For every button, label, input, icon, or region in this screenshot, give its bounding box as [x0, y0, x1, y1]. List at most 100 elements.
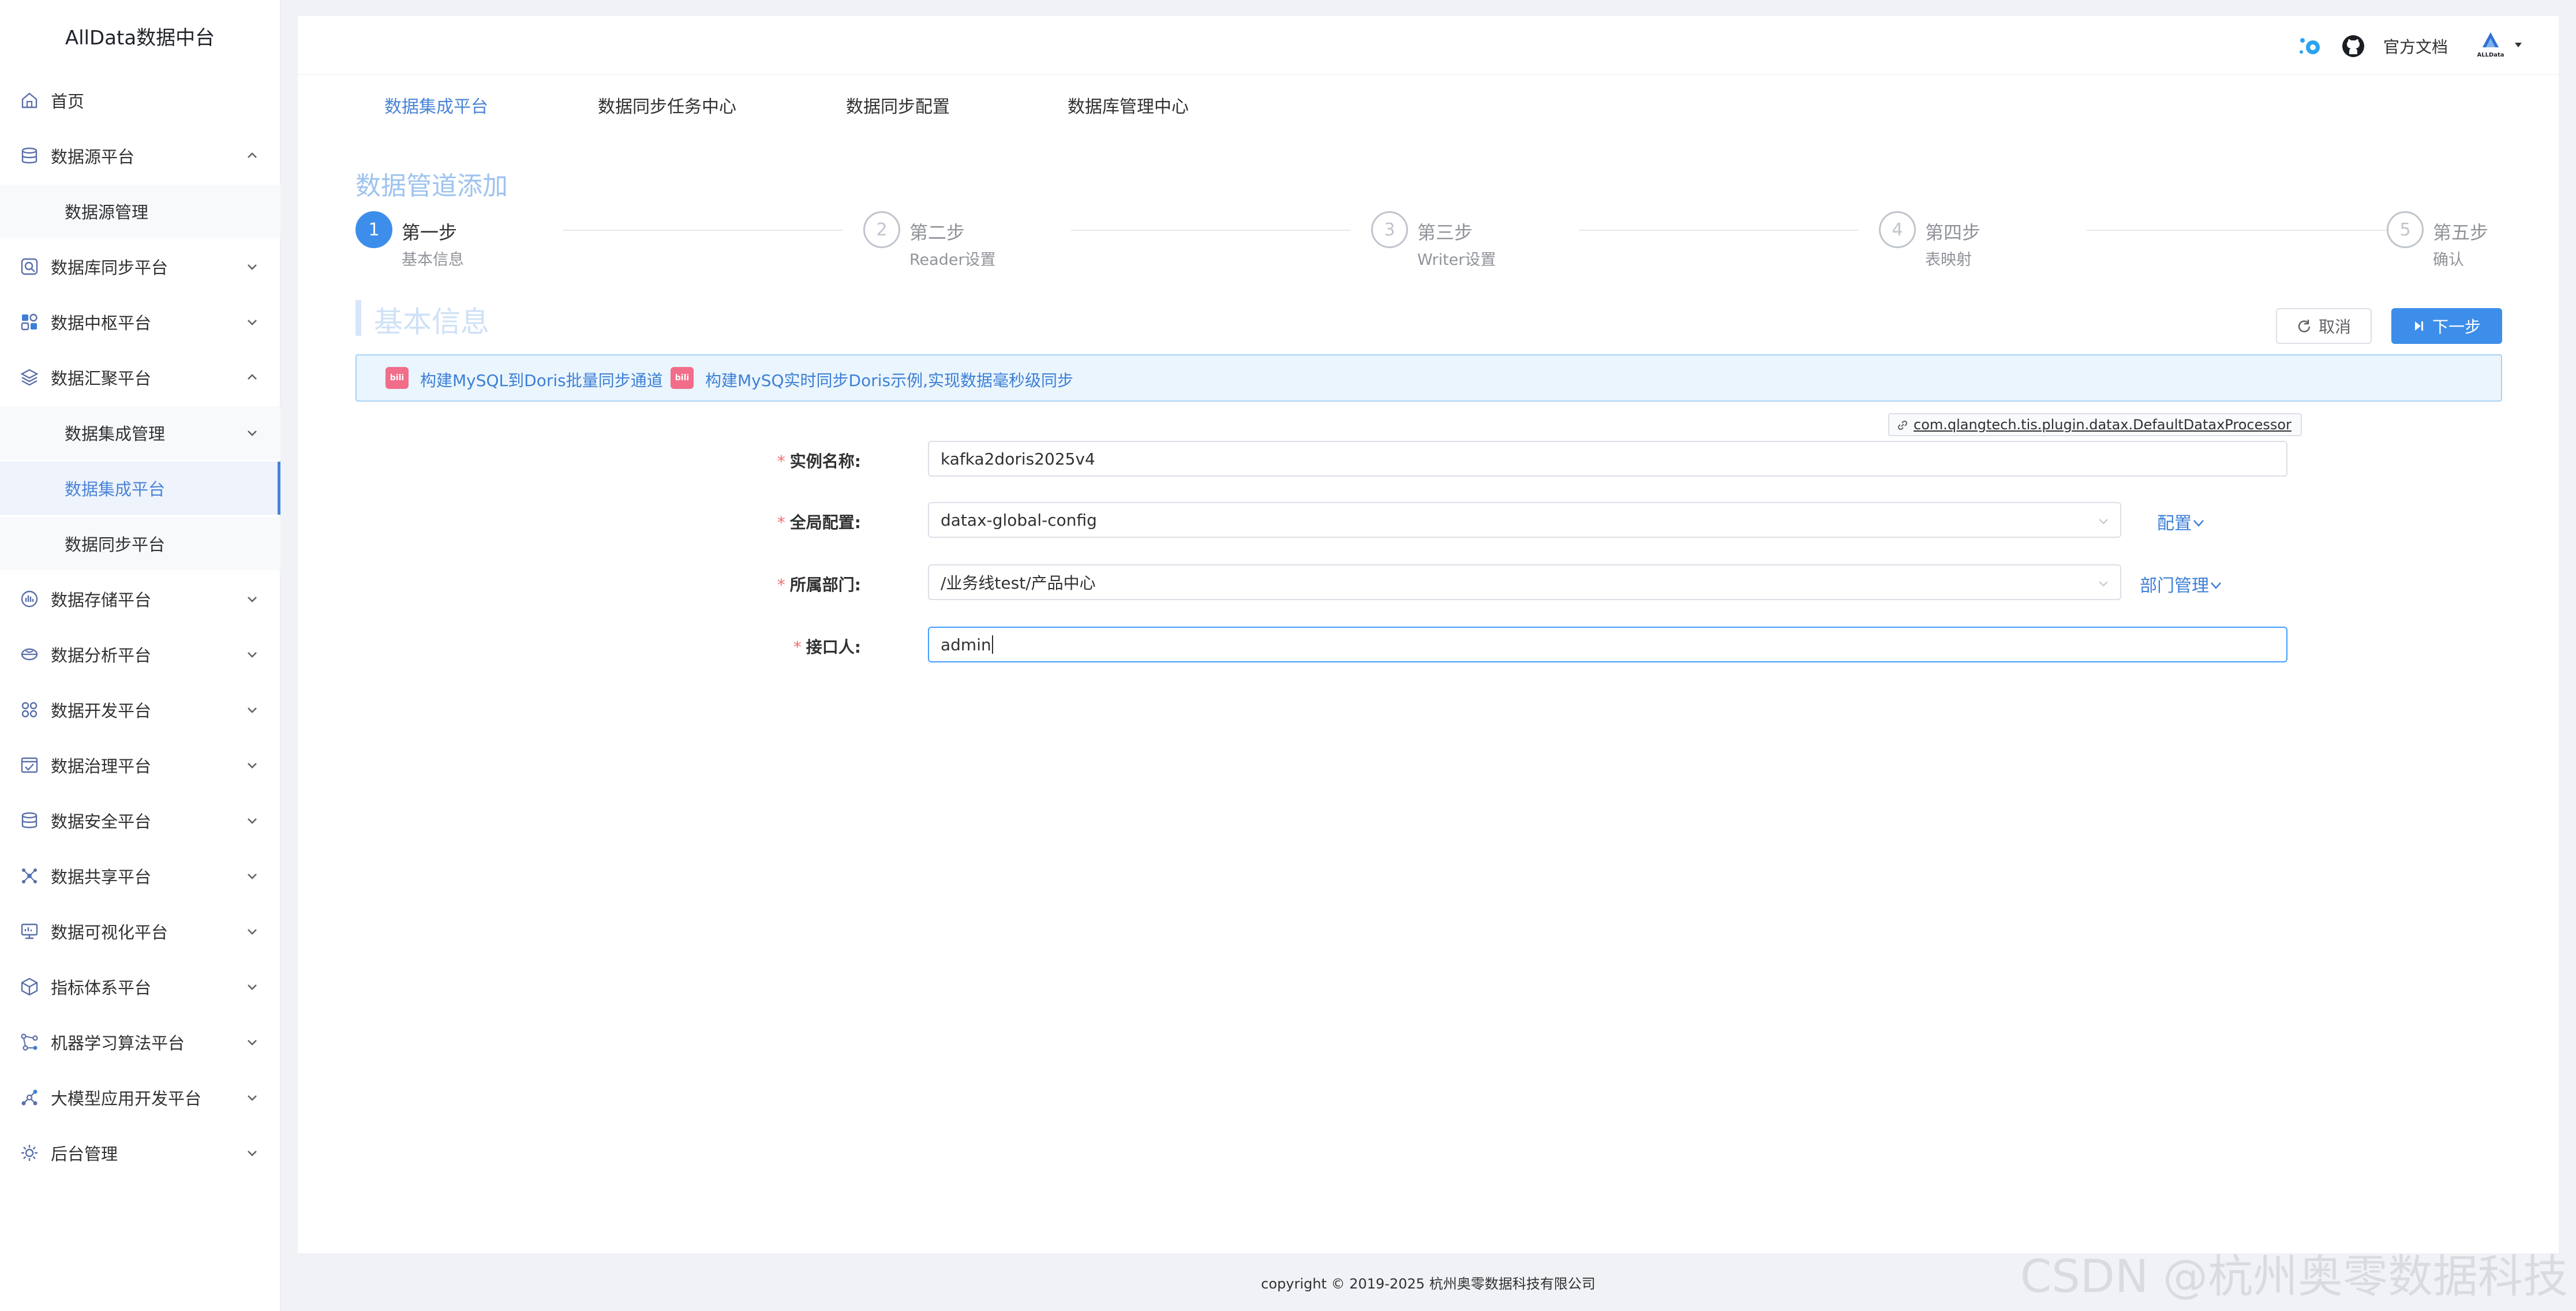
step-title: 第五步 [2433, 222, 2489, 244]
sidebar-item-label: 数据共享平台 [51, 867, 152, 887]
global-config-label: * 全局配置: [777, 513, 861, 532]
step-description: Reader设置 [909, 251, 996, 269]
step-title: 第二步 [909, 222, 965, 244]
sidebar-item[interactable]: 数据共享平台 [0, 849, 280, 902]
section-title: 基本信息 [374, 305, 489, 339]
sidebar: AllData数据中台 首页 数据源平台 数据源管理 数据库同步平台 数据中枢平台 数据汇… [0, 0, 280, 1311]
sidebar-item[interactable]: 数据开发平台 [0, 683, 280, 736]
sidebar-item[interactable]: 数据集成管理 [0, 406, 280, 459]
step-number: 5 [2387, 211, 2424, 248]
cancel-button[interactable]: 取消 [2276, 308, 2372, 344]
step-description: 表映射 [1925, 251, 1972, 269]
sidebar-item-label: 数据开发平台 [51, 701, 152, 721]
sidebar-item-label: 数据可视化平台 [51, 923, 169, 942]
sidebar-item[interactable]: 数据中枢平台 [0, 295, 280, 349]
ml-icon [20, 1032, 39, 1052]
sidebar-item[interactable]: 后台管理 [0, 1126, 280, 1179]
sidebar-item[interactable]: 数据可视化平台 [0, 905, 280, 958]
sidebar-item[interactable]: 数据集成平台 [0, 462, 280, 515]
chevron-down-icon [245, 979, 260, 994]
sync-icon [20, 257, 39, 276]
chevron-down-icon [245, 314, 260, 329]
chevron-down-icon [245, 1090, 260, 1105]
bilibili-icon: bili [671, 367, 694, 389]
instance-name-input[interactable]: kafka2doris2025v4 [928, 441, 2287, 477]
home-icon [20, 91, 39, 110]
sidebar-item-label: 数据存储平台 [51, 590, 152, 610]
svg-text:ALLData: ALLData [2477, 52, 2504, 58]
sidebar-item[interactable]: 指标体系平台 [0, 960, 280, 1013]
form-row-instance-name: * 实例名称: kafka2doris2025v4 [298, 441, 2559, 478]
storage-icon [20, 589, 39, 609]
contact-label: * 接口人: [793, 638, 861, 657]
bilibili-icon: bili [385, 367, 409, 389]
section-accent-bar [355, 300, 361, 336]
tab-database-center[interactable]: 数据库管理中心 [1068, 92, 1189, 118]
form-row-global-config: * 全局配置: datax-global-config 配置 [298, 502, 2559, 539]
page-title: 数据管道添加 [355, 171, 508, 201]
share-icon [20, 866, 39, 886]
step-description: 确认 [2433, 251, 2464, 269]
sidebar-item-label: 数据同步平台 [65, 535, 166, 555]
sidebar-item[interactable]: 数据安全平台 [0, 794, 280, 847]
tab-sync-config[interactable]: 数据同步配置 [846, 92, 950, 118]
step-number: 3 [1371, 211, 1408, 248]
step-connector [1071, 230, 1350, 231]
chevron-up-icon [245, 148, 260, 163]
sidebar-item-label: 首页 [51, 92, 85, 111]
sidebar-item[interactable]: 数据汇聚平台 [0, 351, 280, 404]
chevron-down-icon [245, 259, 260, 274]
github-icon[interactable] [2342, 35, 2365, 58]
tutorial-link-realtime[interactable]: 构建MySQ实时同步Doris示例,实现数据毫秒级同步 [705, 368, 1073, 391]
sidebar-item[interactable]: 大模型应用开发平台 [0, 1071, 280, 1124]
governance-icon [20, 755, 39, 775]
step-number: 2 [863, 211, 900, 248]
sidebar-item[interactable]: 数据库同步平台 [0, 240, 280, 293]
sidebar-item[interactable]: 数据治理平台 [0, 739, 280, 792]
sidebar-item-label: 数据分析平台 [51, 646, 152, 665]
docs-link[interactable]: 官方文档 [2383, 35, 2448, 58]
chevron-down-icon [245, 813, 260, 828]
config-dropdown-link[interactable]: 配置 [2157, 509, 2206, 534]
sidebar-item[interactable]: 数据源平台 [0, 129, 280, 182]
main-content: 数据集成平台 数据同步任务中心 数据同步配置 数据库管理中心 数据管道添加 1第… [298, 75, 2559, 1253]
tutorial-link-batch[interactable]: 构建MySQL到Doris批量同步通道 [420, 368, 663, 391]
sidebar-item-label: 数据集成管理 [65, 424, 166, 444]
security-icon [20, 811, 39, 830]
sidebar-item[interactable]: 数据分析平台 [0, 628, 280, 681]
step-description: Writer设置 [1417, 251, 1496, 269]
chevron-down-icon [245, 425, 260, 440]
plugin-class-tag[interactable]: com.qlangtech.tis.plugin.datax.DefaultDa… [1888, 413, 2302, 436]
sidebar-item[interactable]: 数据同步平台 [0, 517, 280, 570]
sidebar-item[interactable]: 数据存储平台 [0, 572, 280, 625]
sidebar-item[interactable]: 机器学习算法平台 [0, 1016, 280, 1069]
form-row-department: * 所属部门: /业务线test/产品中心 部门管理 [298, 564, 2559, 601]
contact-input[interactable]: admin [928, 627, 2287, 662]
tutorial-notice: bili 构建MySQL到Doris批量同步通道 bili 构建MySQ实时同步… [355, 354, 2502, 402]
next-step-button[interactable]: 下一步 [2391, 308, 2502, 344]
department-select[interactable]: /业务线test/产品中心 [928, 564, 2121, 600]
department-manage-link[interactable]: 部门管理 [2140, 571, 2223, 597]
admin-gear-icon [20, 1143, 39, 1163]
chevron-down-icon [2099, 581, 2108, 587]
tab-data-integration[interactable]: 数据集成平台 [384, 92, 488, 118]
step-title: 第一步 [402, 222, 458, 244]
wizard-steps: 1 第一步 基本信息 2 第二步 Reader设置 3 第三步 Writer设置 4 第四步 表映射 5… [355, 211, 2488, 280]
sidebar-item-label: 数据源管理 [65, 203, 149, 222]
sidebar-item[interactable]: 首页 [0, 74, 280, 127]
sidebar-item[interactable]: 数据源管理 [0, 185, 280, 238]
grid-icon [20, 312, 39, 332]
cube-icon [20, 977, 39, 997]
chevron-down-icon [245, 758, 260, 773]
ai-assistant-icon[interactable] [2297, 35, 2323, 58]
layers-icon [20, 368, 39, 387]
instance-name-label: * 实例名称: [777, 452, 861, 471]
tab-sync-task-center[interactable]: 数据同步任务中心 [598, 92, 736, 118]
chevron-down-icon [245, 1145, 260, 1160]
step-number: 1 [355, 211, 392, 248]
user-avatar[interactable]: ALLData [2473, 30, 2525, 62]
step-connector [2087, 230, 2387, 231]
skip-forward-icon [2414, 321, 2423, 331]
global-config-select[interactable]: datax-global-config [928, 502, 2121, 538]
chevron-down-icon [245, 702, 260, 717]
